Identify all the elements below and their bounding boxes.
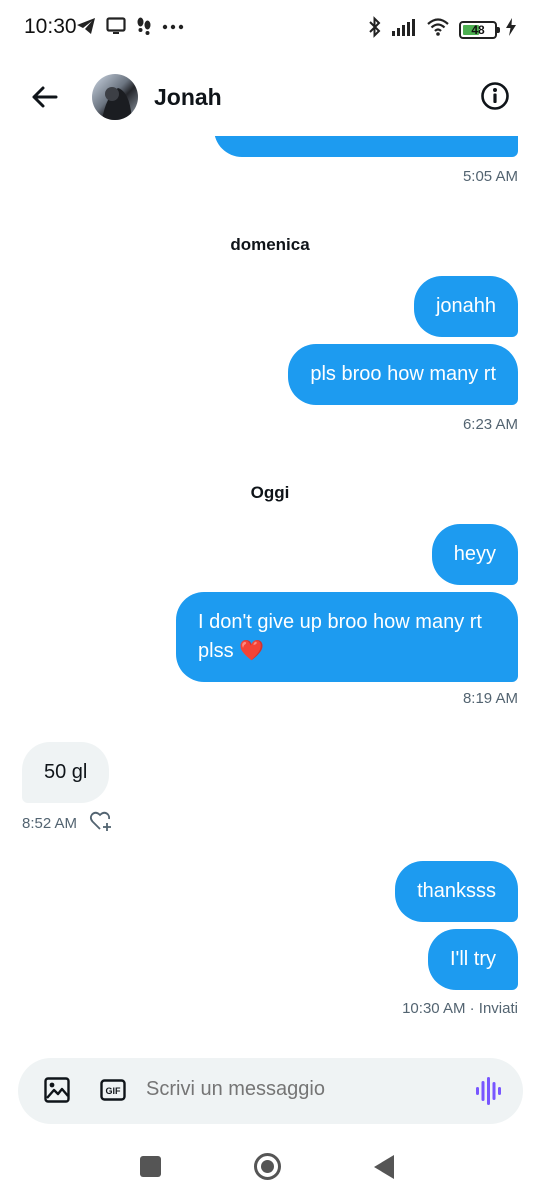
date-separator: Oggi (250, 483, 290, 502)
message-text: I don't give up broo how many rt (198, 611, 482, 633)
message-timestamp: 5:05 AM (462, 168, 518, 185)
message-bubble-incoming[interactable]: 50 gl (22, 742, 110, 803)
message-timestamp: 8:52 AM (22, 815, 78, 832)
message-text: plss (198, 640, 234, 662)
message-bubble-outgoing[interactable]: pls broo how many rt (288, 344, 518, 405)
message-bubble-outgoing[interactable]: heyy (431, 524, 518, 585)
voice-wave-icon[interactable] (475, 1076, 501, 1111)
avatar[interactable] (92, 74, 138, 120)
gif-label: GIF (106, 1086, 122, 1096)
message-bubble-outgoing[interactable]: I don't give up broo how many rt plss ❤️ (176, 592, 518, 682)
message-sent-status: 10:30 AM · Inviati (402, 1000, 518, 1017)
message-bubble-outgoing[interactable]: thanksss (395, 861, 518, 922)
incoming-meta-row: 8:52 AM (22, 810, 113, 837)
message-bubble-outgoing[interactable]: I'll try (427, 929, 518, 990)
back-button[interactable] (28, 80, 62, 114)
message-input[interactable] (146, 1078, 446, 1101)
message-composer: GIF (18, 1058, 523, 1124)
conversation-header: Jonah (0, 56, 540, 136)
message-thread[interactable]: 5:05 AM domenica jonahh pls broo how man… (0, 0, 540, 1050)
system-navigation-bar (0, 1136, 540, 1200)
recents-square-icon[interactable] (140, 1156, 161, 1177)
contact-name[interactable]: Jonah (154, 84, 222, 111)
back-triangle-icon[interactable] (374, 1155, 394, 1179)
image-icon[interactable] (44, 1077, 70, 1108)
heart-emoji: ❤️ (239, 640, 265, 662)
message-timestamp: 6:23 AM (462, 416, 518, 433)
add-reaction-heart-icon[interactable] (89, 810, 113, 837)
info-circle-icon (481, 82, 509, 110)
message-bubble-outgoing[interactable]: jonahh (413, 276, 518, 337)
gif-button[interactable]: GIF (100, 1079, 126, 1106)
home-circle-icon[interactable] (254, 1153, 281, 1180)
message-timestamp: 8:19 AM (462, 690, 518, 707)
info-button[interactable] (480, 81, 510, 111)
date-separator: domenica (230, 235, 310, 254)
arrow-left-icon (32, 86, 58, 108)
